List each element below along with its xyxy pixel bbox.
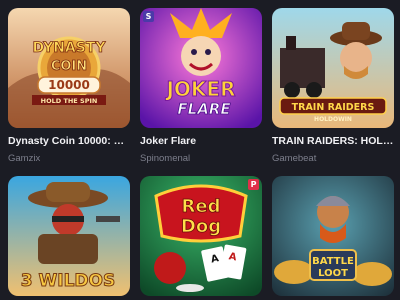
art-line4: HOLD THE SPIN xyxy=(41,97,98,105)
joker-flare-artwork: JOKER FLARE xyxy=(140,8,262,128)
game-thumbnail[interactable]: 3 WILDOS xyxy=(8,176,130,296)
train-raiders-artwork: TRAIN RAIDERS HOLDOWIN xyxy=(272,8,394,128)
battle-loot-artwork: BATTLE LOOT xyxy=(272,176,394,296)
art-line2: HOLDOWIN xyxy=(314,116,352,123)
art-line1: Red xyxy=(182,196,221,217)
game-provider: Gamebeat xyxy=(272,153,317,164)
art-line1: DYNASTY xyxy=(32,40,106,56)
game-thumbnail[interactable]: JOKER FLARE S xyxy=(140,8,262,128)
3-wildos-artwork: 3 WILDOS xyxy=(8,176,130,296)
game-thumbnail[interactable]: TRAIN RAIDERS HOLDOWIN xyxy=(272,8,394,128)
provider-badge: P xyxy=(248,179,259,190)
art-line1: 3 WILDOS xyxy=(21,271,115,291)
game-thumbnail[interactable]: DYNASTY COIN 10000 HOLD THE SPIN xyxy=(8,8,130,128)
dynasty-coin-artwork: DYNASTY COIN 10000 HOLD THE SPIN xyxy=(8,8,130,128)
provider-badge: S xyxy=(143,11,154,22)
game-title[interactable]: TRAIN RAIDERS: HOLDOWIN xyxy=(272,135,394,147)
art-line2: FLARE xyxy=(177,100,231,118)
art-line1: TRAIN RAIDERS xyxy=(292,102,375,113)
game-thumbnail[interactable]: BATTLE LOOT xyxy=(272,176,394,296)
art-line2: Dog xyxy=(181,216,221,237)
game-provider: Gamzix xyxy=(8,153,41,164)
art-line3: 10000 xyxy=(48,78,90,92)
art-line2: LOOT xyxy=(318,268,348,279)
game-thumbnail[interactable]: Red Dog A A P xyxy=(140,176,262,296)
art-line2: COIN xyxy=(51,59,87,74)
game-title[interactable]: Joker Flare xyxy=(140,135,262,147)
game-provider: Spinomenal xyxy=(140,153,191,164)
red-dog-artwork: Red Dog A A xyxy=(140,176,262,296)
game-title[interactable]: Dynasty Coin 10000: Hold The Spin xyxy=(8,135,130,147)
art-line1: JOKER xyxy=(164,77,235,101)
art-line1: BATTLE xyxy=(312,256,354,267)
game-grid: DYNASTY COIN 10000 HOLD THE SPIN Dynasty… xyxy=(0,0,400,300)
